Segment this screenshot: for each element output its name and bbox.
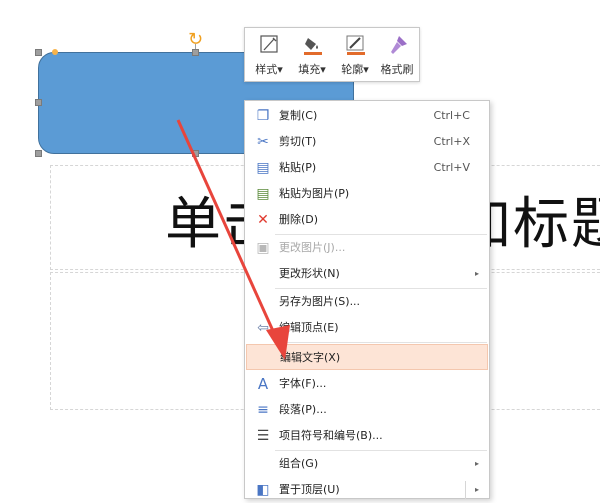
format-painter-label: 格式刷 (380, 63, 414, 76)
outline-pen-icon (346, 35, 365, 55)
style-button[interactable]: 样式▾ (247, 28, 291, 81)
fill-label: 填充 (298, 63, 321, 76)
menu-item-change-picture: ▣ 更改图片(J)... (246, 235, 488, 261)
submenu-arrow-icon: ▸ (474, 459, 479, 468)
menu-item-delete[interactable]: ✕ 删除(D) (246, 207, 488, 233)
outline-button[interactable]: 轮廓▾ (333, 28, 377, 81)
copy-icon: ❐ (256, 108, 270, 124)
style-label: 样式 (255, 63, 278, 76)
menu-item-save-as-picture[interactable]: 另存为图片(S)... (246, 289, 488, 315)
menu-item-label: 编辑顶点(E) (279, 321, 339, 334)
bullets-icon: ☰ (256, 428, 270, 444)
menu-item-label: 组合(G) (279, 457, 319, 470)
menu-item-shortcut: Ctrl+C (433, 109, 470, 122)
menu-item-label: 更改形状(N) (279, 267, 340, 280)
menu-item-label: 删除(D) (279, 213, 319, 226)
resize-handle-bottom[interactable] (192, 150, 199, 157)
menu-item-font[interactable]: A 字体(F)... (246, 371, 488, 397)
menu-item-copy[interactable]: ❐ 复制(C) Ctrl+C (246, 103, 488, 129)
edit-points-icon: ⇦ (257, 320, 269, 336)
menu-separator (275, 342, 487, 343)
fill-bucket-icon (304, 38, 322, 55)
style-dropdown-icon: ▾ (277, 63, 283, 76)
resize-handle-bottom-left[interactable] (35, 150, 42, 157)
cut-icon: ✂ (257, 134, 269, 150)
menu-item-edit-points[interactable]: ⇦ 编辑顶点(E) (246, 315, 488, 341)
submenu-arrow-icon: ▸ (474, 269, 479, 278)
menu-item-label: 段落(P)... (279, 403, 327, 416)
menu-item-paste-as-picture[interactable]: ▤ 粘贴为图片(P) (246, 181, 488, 207)
menu-item-label: 编辑文字(X) (280, 351, 341, 364)
menu-item-paragraph[interactable]: ≡ 段落(P)... (246, 397, 488, 423)
outline-dropdown-icon: ▾ (363, 63, 369, 76)
bring-to-front-icon: ◧ (256, 482, 270, 498)
menu-item-shortcut: Ctrl+V (433, 161, 470, 174)
rotate-handle-icon[interactable]: ↻ (188, 31, 203, 49)
menu-item-label: 复制(C) (279, 109, 318, 122)
split-divider (465, 481, 466, 499)
menu-item-paste[interactable]: ▤ 粘贴(P) Ctrl+V (246, 155, 488, 181)
resize-handle-top[interactable] (192, 49, 199, 56)
resize-handle-left[interactable] (35, 99, 42, 106)
menu-item-group[interactable]: 组合(G) ▸ (246, 451, 488, 477)
menu-item-change-shape[interactable]: 更改形状(N) ▸ (246, 261, 488, 287)
menu-item-label: 粘贴为图片(P) (279, 187, 350, 200)
menu-item-label: 粘贴(P) (279, 161, 317, 174)
fill-button[interactable]: 填充▾ (290, 28, 334, 81)
menu-item-label: 剪切(T) (279, 135, 317, 148)
menu-item-label: 更改图片(J)... (279, 241, 346, 254)
paste-as-picture-icon: ▤ (256, 186, 270, 202)
fill-dropdown-icon: ▾ (320, 63, 326, 76)
format-painter-button[interactable]: 格式刷 (375, 28, 419, 81)
context-menu: ❐ 复制(C) Ctrl+C ✂ 剪切(T) Ctrl+X ▤ 粘贴(P) Ct… (244, 100, 490, 499)
corner-adjust-handle[interactable] (52, 49, 58, 55)
shape-style-icon (260, 35, 278, 53)
submenu-arrow-icon: ▸ (474, 485, 479, 494)
outline-label: 轮廓 (341, 63, 364, 76)
menu-item-label: 字体(F)... (279, 377, 327, 390)
menu-item-label: 项目符号和编号(B)... (279, 429, 383, 442)
menu-item-edit-text[interactable]: 编辑文字(X) (246, 344, 488, 370)
format-brush-icon (391, 36, 407, 54)
paste-icon: ▤ (256, 160, 270, 176)
paragraph-icon: ≡ (257, 402, 269, 418)
delete-icon: ✕ (257, 212, 269, 228)
menu-item-label: 另存为图片(S)... (279, 295, 361, 308)
menu-item-shortcut: Ctrl+X (433, 135, 470, 148)
font-icon: A (257, 375, 269, 393)
menu-item-cut[interactable]: ✂ 剪切(T) Ctrl+X (246, 129, 488, 155)
menu-item-bring-to-front[interactable]: ◧ 置于顶层(U) ▸ (246, 477, 488, 503)
menu-item-label: 置于顶层(U) (279, 483, 340, 496)
floating-mini-toolbar: 样式▾ 填充▾ 轮廓▾ 格式刷 (244, 27, 420, 82)
change-picture-icon: ▣ (256, 240, 270, 256)
menu-item-bullets-numbering[interactable]: ☰ 项目符号和编号(B)... (246, 423, 488, 449)
resize-handle-top-left[interactable] (35, 49, 42, 56)
